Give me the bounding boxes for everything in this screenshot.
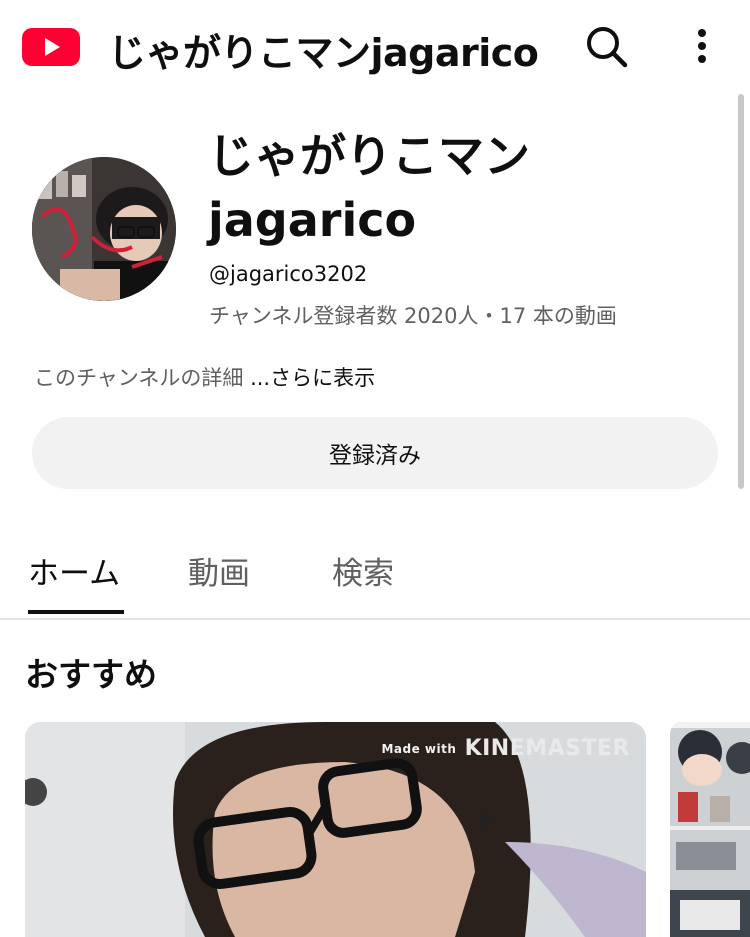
channel-handle: @jagarico3202 <box>209 262 368 286</box>
video-thumbnail[interactable]: Made with KINEMASTER <box>25 722 646 937</box>
search-icon[interactable] <box>584 24 628 68</box>
channel-avatar[interactable] <box>32 157 176 301</box>
tab-search[interactable]: 検索 <box>332 548 394 593</box>
description-text: このチャンネルの詳細 <box>34 366 244 390</box>
channel-description[interactable]: このチャンネルの詳細 ...さらに表示 <box>34 362 375 392</box>
video-watermark: Made with KINEMASTER <box>381 736 630 761</box>
watermark-brand: KINEMASTER <box>464 736 630 761</box>
show-more-link[interactable]: ...さらに表示 <box>250 366 375 390</box>
tab-home[interactable]: ホーム <box>28 548 120 593</box>
section-title: おすすめ <box>25 655 157 694</box>
stats-separator: ・ <box>478 304 500 328</box>
scrollbar[interactable] <box>738 94 744 489</box>
more-vert-icon[interactable] <box>686 26 718 66</box>
active-tab-indicator <box>28 610 124 614</box>
channel-name: じゃがりこマン jagarico <box>208 129 530 247</box>
channel-tabs: ホーム 動画 検索 <box>0 530 750 620</box>
video-thumbnail-next[interactable] <box>670 722 750 937</box>
watermark-prefix: Made with <box>381 742 457 756</box>
channel-stats: チャンネル登録者数 2020人・17 本の動画 <box>209 300 617 330</box>
video-count: 17 本の動画 <box>499 304 617 328</box>
youtube-logo-icon[interactable] <box>22 28 80 66</box>
subscriber-count: チャンネル登録者数 2020人 <box>209 304 479 328</box>
top-app-bar: じゃがりこマンjagarico <box>0 0 750 96</box>
app-bar-title: じゃがりこマンjagarico <box>108 31 539 75</box>
subscribed-button[interactable]: 登録済み <box>32 417 718 489</box>
tab-videos[interactable]: 動画 <box>188 548 250 593</box>
